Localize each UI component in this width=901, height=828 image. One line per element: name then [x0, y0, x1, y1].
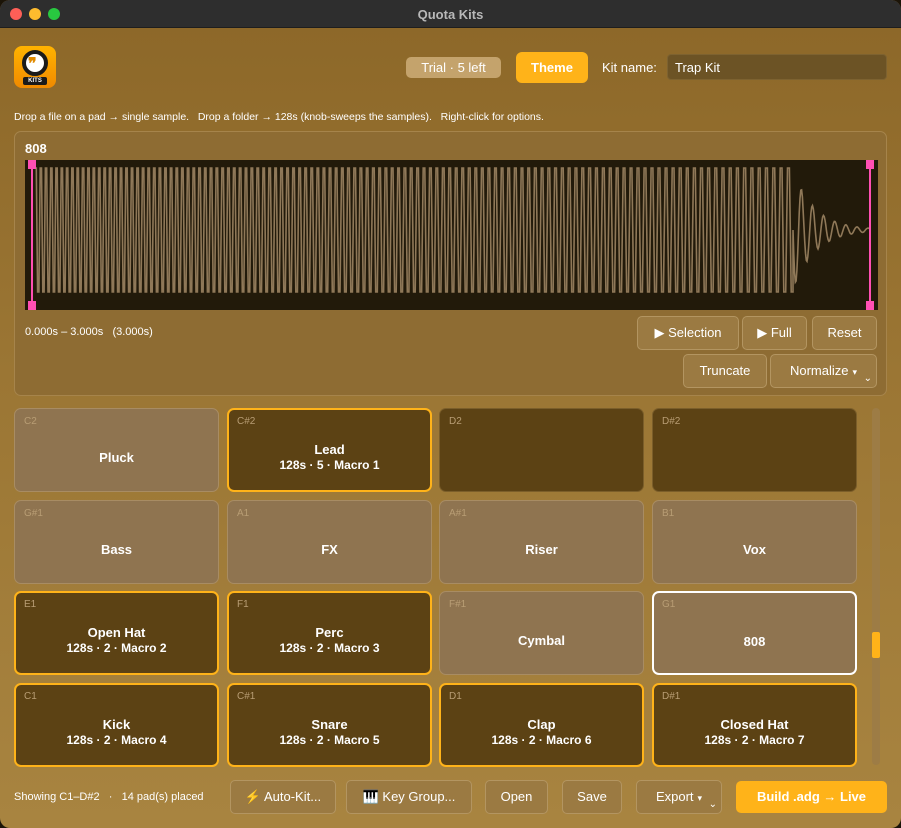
pad-detail: 128s · 5 · Macro 1 — [279, 458, 380, 472]
normalize-dropdown[interactable]: Normalize ▾ ⌄ — [770, 354, 877, 388]
pad[interactable]: G1 808 — [652, 591, 857, 675]
sample-name: 808 — [25, 141, 47, 156]
end-handle-top[interactable] — [866, 160, 874, 169]
pad[interactable]: D#2 — [652, 408, 857, 492]
logo-badge: KITS — [23, 77, 47, 85]
pad-name: Snare — [311, 717, 348, 732]
pad-name: Closed Hat — [720, 717, 789, 732]
pad-detail: 128s · 2 · Macro 6 — [491, 733, 592, 747]
pad-name: Perc — [315, 625, 344, 640]
chevron-down-icon: ▾ — [852, 367, 858, 377]
pad-scrollbar-track[interactable] — [872, 408, 880, 765]
chevron-down-icon: ▾ — [697, 793, 703, 803]
pad[interactable]: D#1 Closed Hat 128s · 2 · Macro 7 — [652, 683, 857, 767]
pad-detail: 128s · 2 · Macro 7 — [704, 733, 805, 747]
play-full-button[interactable]: ▶ Full — [742, 316, 807, 350]
pad-note: A#1 — [449, 508, 467, 519]
theme-button[interactable]: Theme — [516, 52, 588, 83]
pad-note: F1 — [237, 599, 249, 610]
pad[interactable]: B1 Vox — [652, 500, 857, 584]
key-group-button[interactable]: 🎹 Key Group... — [346, 780, 472, 814]
pad-note: D#2 — [662, 416, 681, 427]
pad-name: Vox — [743, 542, 766, 557]
app-logo-icon: ❞ KITS — [14, 46, 56, 88]
pad-note: D1 — [449, 691, 462, 702]
pad-name: Kick — [102, 717, 131, 732]
pad-scrollbar-thumb[interactable] — [872, 632, 880, 658]
export-dropdown[interactable]: Export ▾ ⌄ — [636, 780, 722, 814]
pad-status-text: Showing C1–D#2 · 14 pad(s) placed — [14, 791, 204, 803]
window-title: Quota Kits — [417, 7, 484, 22]
pad-name: Open Hat — [87, 625, 146, 640]
pad-note: D#1 — [662, 691, 681, 702]
pad[interactable]: E1 Open Hat 128s · 2 · Macro 2 — [14, 591, 219, 675]
pad-note: C#1 — [237, 691, 256, 702]
waveform-line — [35, 167, 871, 293]
start-handle-top[interactable] — [28, 160, 36, 169]
pad-note: G1 — [662, 599, 676, 610]
normalize-label: Normalize — [789, 363, 849, 378]
pad[interactable]: D1 Clap 128s · 2 · Macro 6 — [439, 683, 644, 767]
title-bar: Quota Kits — [0, 0, 901, 28]
pad[interactable]: C1 Kick 128s · 2 · Macro 4 — [14, 683, 219, 767]
pad-detail: 128s · 2 · Macro 5 — [279, 733, 380, 747]
dropdown-arrow-icon: ⌄ — [863, 373, 872, 384]
pad[interactable]: C#1 Snare 128s · 2 · Macro 5 — [227, 683, 432, 767]
pad-note: C2 — [24, 416, 37, 427]
pad-name: Clap — [527, 717, 556, 732]
pad[interactable]: F1 Perc 128s · 2 · Macro 3 — [227, 591, 432, 675]
app-window: Quota Kits ❞ KITS Trial · 5 left Theme K… — [0, 0, 901, 828]
time-range: 0.000s – 3.000s (3.000s) — [25, 326, 153, 338]
end-handle-bottom[interactable] — [866, 301, 874, 310]
pad-detail: 128s · 2 · Macro 4 — [66, 733, 167, 747]
trial-badge: Trial · 5 left — [406, 57, 501, 78]
pad[interactable]: A#1 Riser — [439, 500, 644, 584]
open-button[interactable]: Open — [485, 780, 548, 814]
auto-kit-button[interactable]: ⚡ Auto-Kit... — [230, 780, 336, 814]
quote-icon: ❞ — [28, 54, 37, 73]
pad[interactable]: D2 — [439, 408, 644, 492]
pad-note: B1 — [662, 508, 675, 519]
play-selection-button[interactable]: ▶ Selection — [637, 316, 739, 350]
pad-detail: 128s · 2 · Macro 2 — [66, 641, 167, 655]
waveform-display[interactable] — [25, 160, 878, 310]
instructions-text: Drop a file on a pad → single sample. Dr… — [14, 111, 544, 123]
kit-name-input[interactable] — [667, 54, 887, 80]
pad[interactable]: A1 FX — [227, 500, 432, 584]
pad-note: F#1 — [449, 599, 467, 610]
pad-name: Riser — [525, 542, 558, 557]
pad-note: C1 — [24, 691, 37, 702]
pad-name: 808 — [743, 634, 766, 649]
waveform-graph[interactable] — [25, 160, 878, 310]
pad-name: FX — [321, 542, 338, 557]
dropdown-arrow-icon: ⌄ — [708, 799, 717, 810]
pad-name: Pluck — [99, 450, 134, 465]
pad[interactable]: C2 Pluck — [14, 408, 219, 492]
pad[interactable]: F#1 Cymbal — [439, 591, 644, 675]
pad-name: Lead — [314, 442, 345, 457]
pad-detail: 128s · 2 · Macro 3 — [279, 641, 380, 655]
pad-note: C#2 — [237, 416, 256, 427]
pad-note: G#1 — [24, 508, 43, 519]
truncate-button[interactable]: Truncate — [683, 354, 767, 388]
pad[interactable]: C#2 Lead 128s · 5 · Macro 1 — [227, 408, 432, 492]
start-handle-bottom[interactable] — [28, 301, 36, 310]
build-adg-button[interactable]: Build .adg → Live — [736, 781, 887, 813]
pad[interactable]: G#1 Bass — [14, 500, 219, 584]
pad-note: A1 — [237, 508, 250, 519]
save-button[interactable]: Save — [562, 780, 622, 814]
kit-name-label: Kit name: — [602, 60, 657, 75]
pad-note: E1 — [24, 599, 37, 610]
pad-name: Bass — [100, 542, 133, 557]
pad-note: D2 — [449, 416, 462, 427]
waveform-panel: 808 0.000s – 3.000s (3.000s) ▶ Selection… — [14, 131, 887, 396]
export-label: Export — [655, 789, 694, 804]
pad-name: Cymbal — [518, 633, 565, 648]
reset-button[interactable]: Reset — [812, 316, 877, 350]
